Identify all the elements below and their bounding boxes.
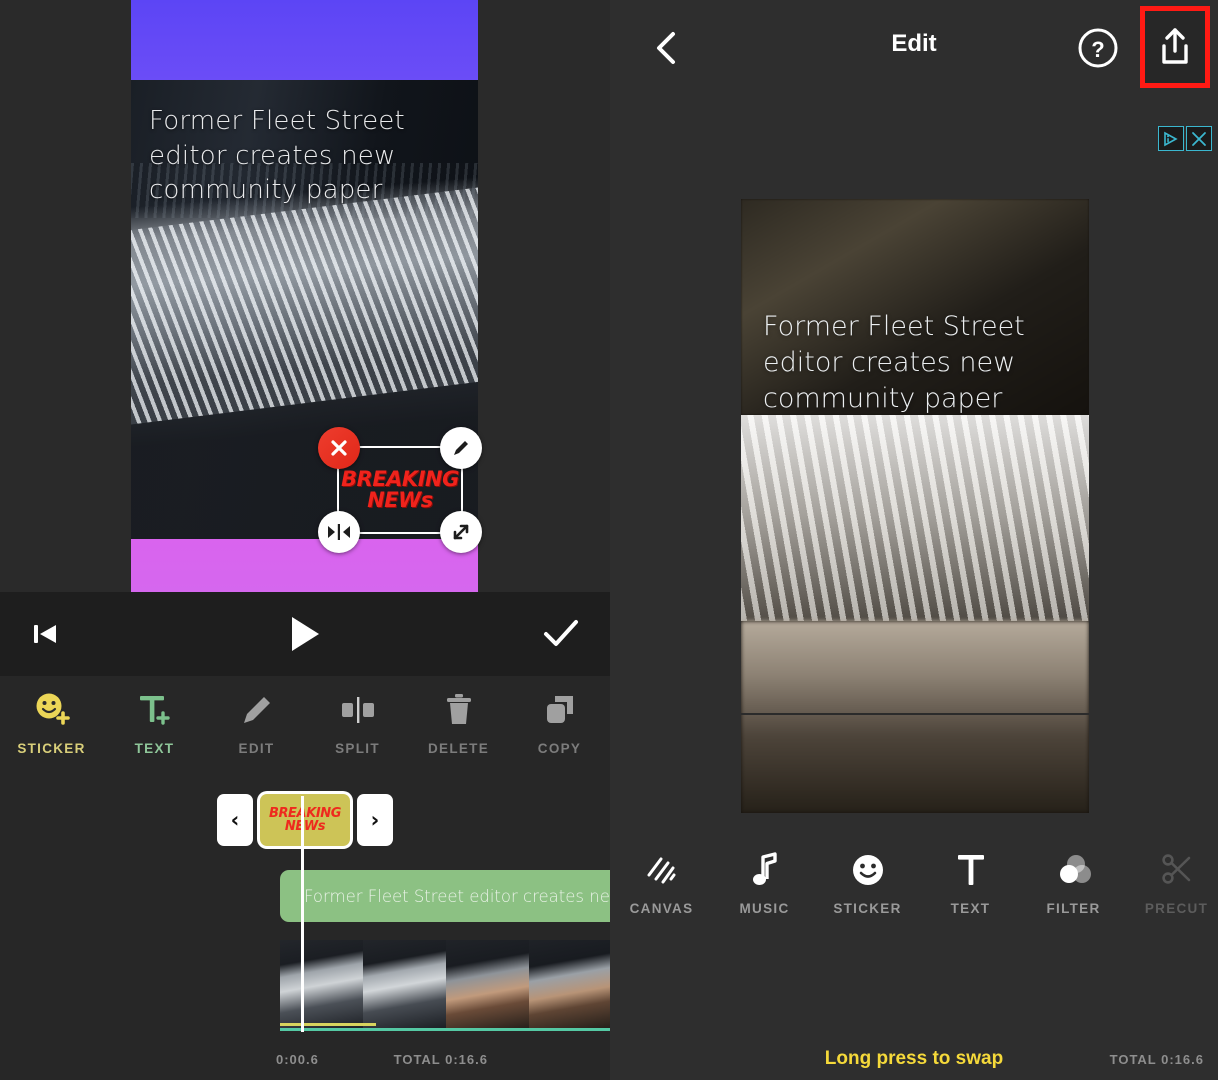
audio-waveform-bar: [280, 1028, 610, 1031]
share-export-icon: [1162, 28, 1188, 64]
right-tool-row: CANVAS MUSIC STICKER TEXT FILTER PRECUT: [610, 836, 1218, 936]
tool-delete-label: DELETE: [427, 741, 490, 756]
tool-sticker[interactable]: STICKER: [0, 690, 103, 756]
sticker-timeline-track: ‹ BREAKING NEWs ›: [0, 790, 610, 850]
adchoices-icon[interactable]: [1158, 126, 1184, 151]
video-blur-bottom: [741, 621, 1089, 813]
filmstrip-thumb: [446, 940, 529, 1030]
split-icon: [340, 690, 376, 730]
canvas-band-bottom: [131, 539, 478, 592]
filter-circles-icon: [1056, 850, 1092, 890]
tool-filter-label: FILTER: [1046, 901, 1101, 916]
clip-boundary-divider: [741, 713, 1089, 715]
tool-sticker-label: STICKER: [833, 901, 902, 916]
tool-split[interactable]: SPLIT: [307, 690, 408, 756]
current-time-label: 0:00.6: [276, 1052, 319, 1067]
inshot-editor-screenshot: Former Fleet Street editor creates new c…: [0, 0, 1218, 1080]
trash-icon: [443, 690, 475, 730]
left-playback-bar: [0, 592, 610, 676]
ad-controls: [1158, 126, 1212, 151]
tool-filter[interactable]: FILTER: [1022, 850, 1125, 916]
sticker-line-1: BREAKING: [341, 467, 459, 491]
tool-precut[interactable]: PRECUT: [1125, 850, 1218, 916]
smiley-plus-icon: [33, 690, 71, 730]
tool-delete[interactable]: DELETE: [408, 690, 509, 756]
total-time-label: TOTAL 0:16.6: [1109, 1052, 1204, 1067]
tool-text-label: TEXT: [134, 741, 175, 756]
smiley-icon: [850, 850, 886, 890]
flip-horizontal-icon[interactable]: [318, 511, 360, 553]
checkmark-icon[interactable]: [542, 617, 580, 651]
tool-text[interactable]: TEXT: [103, 690, 206, 756]
tool-text[interactable]: TEXT: [919, 850, 1022, 916]
text-clip-label: Former Fleet Street editor creates ne: [304, 886, 610, 906]
right-video-preview[interactable]: Former Fleet Street editor creates new c…: [741, 199, 1089, 813]
video-text-overlay: Former Fleet Street editor creates new c…: [149, 106, 405, 206]
left-playhead[interactable]: [301, 796, 304, 1032]
tool-canvas[interactable]: CANVAS: [610, 850, 713, 916]
left-video-filmstrip[interactable]: [280, 940, 610, 1030]
tool-copy-label: COPY: [537, 741, 582, 756]
left-time-readout: 0:00.6 TOTAL 0:16.6: [0, 1048, 610, 1080]
copy-icon: [543, 690, 577, 730]
tool-sticker-label: STICKER: [17, 741, 86, 756]
sticker-line-2: NEWs: [367, 488, 433, 512]
play-icon[interactable]: [287, 614, 323, 654]
tool-precut-label: PRECUT: [1144, 901, 1209, 916]
left-panel-sticker-editor: Former Fleet Street editor creates new c…: [0, 0, 610, 1080]
tool-music-label: MUSIC: [739, 901, 790, 916]
canvas-hatch-icon: [645, 850, 679, 890]
sticker-chip-line-1: BREAKING: [268, 805, 342, 821]
text-t-icon: [954, 850, 988, 890]
right-panel-main-editor: Edit ? Former Fleet Street editor create…: [610, 0, 1218, 1080]
selected-sticker-box[interactable]: BREAKING NEWs: [318, 427, 482, 553]
tool-text-label: TEXT: [950, 901, 991, 916]
canvas-band-top: [131, 0, 478, 80]
tool-canvas-label: CANVAS: [629, 901, 694, 916]
page-title: Edit: [891, 30, 937, 57]
sticker-duration-bar: [280, 1023, 376, 1026]
right-top-bar: Edit ?: [610, 0, 1218, 96]
resize-diagonal-icon[interactable]: [440, 511, 482, 553]
sticker-chip-art: BREAKING NEWs: [260, 794, 350, 846]
tool-split-label: SPLIT: [335, 741, 380, 756]
tool-music[interactable]: MUSIC: [713, 850, 816, 916]
svg-text:?: ?: [1091, 37, 1104, 62]
share-export-button[interactable]: [1140, 6, 1210, 88]
left-video-preview-area: Former Fleet Street editor creates new c…: [0, 0, 610, 592]
filmstrip-thumb: [529, 940, 610, 1030]
left-tool-row: STICKER TEXT EDIT SPLIT DELETE COPY: [0, 676, 610, 781]
tool-edit[interactable]: EDIT: [206, 690, 307, 756]
tool-copy[interactable]: COPY: [509, 690, 610, 756]
rewind-to-start-icon[interactable]: [28, 617, 62, 651]
question-circle-icon[interactable]: ?: [1074, 24, 1122, 72]
text-timeline-clip[interactable]: Former Fleet Street editor creates ne: [280, 870, 610, 922]
close-icon[interactable]: [318, 427, 360, 469]
pencil-icon[interactable]: [440, 427, 482, 469]
text-plus-icon: [136, 690, 174, 730]
sticker-next-button[interactable]: ›: [357, 794, 393, 846]
video-text-overlay: Former Fleet Street editor creates new c…: [763, 311, 1025, 414]
music-note-icon: [749, 850, 781, 890]
sticker-timeline-clip[interactable]: BREAKING NEWs: [257, 791, 353, 849]
pencil-icon: [240, 690, 274, 730]
total-time-label: TOTAL 0:16.6: [393, 1052, 488, 1067]
sticker-chip-line-2: NEWs: [284, 819, 326, 834]
tool-sticker[interactable]: STICKER: [816, 850, 919, 916]
tool-edit-label: EDIT: [238, 741, 275, 756]
filmstrip-thumb: [363, 940, 446, 1030]
scissors-icon: [1160, 850, 1194, 890]
close-icon[interactable]: [1186, 126, 1212, 151]
sticker-prev-button[interactable]: ‹: [217, 794, 253, 846]
video-newspaper-still: [741, 415, 1089, 621]
filmstrip-thumb: [280, 940, 363, 1030]
